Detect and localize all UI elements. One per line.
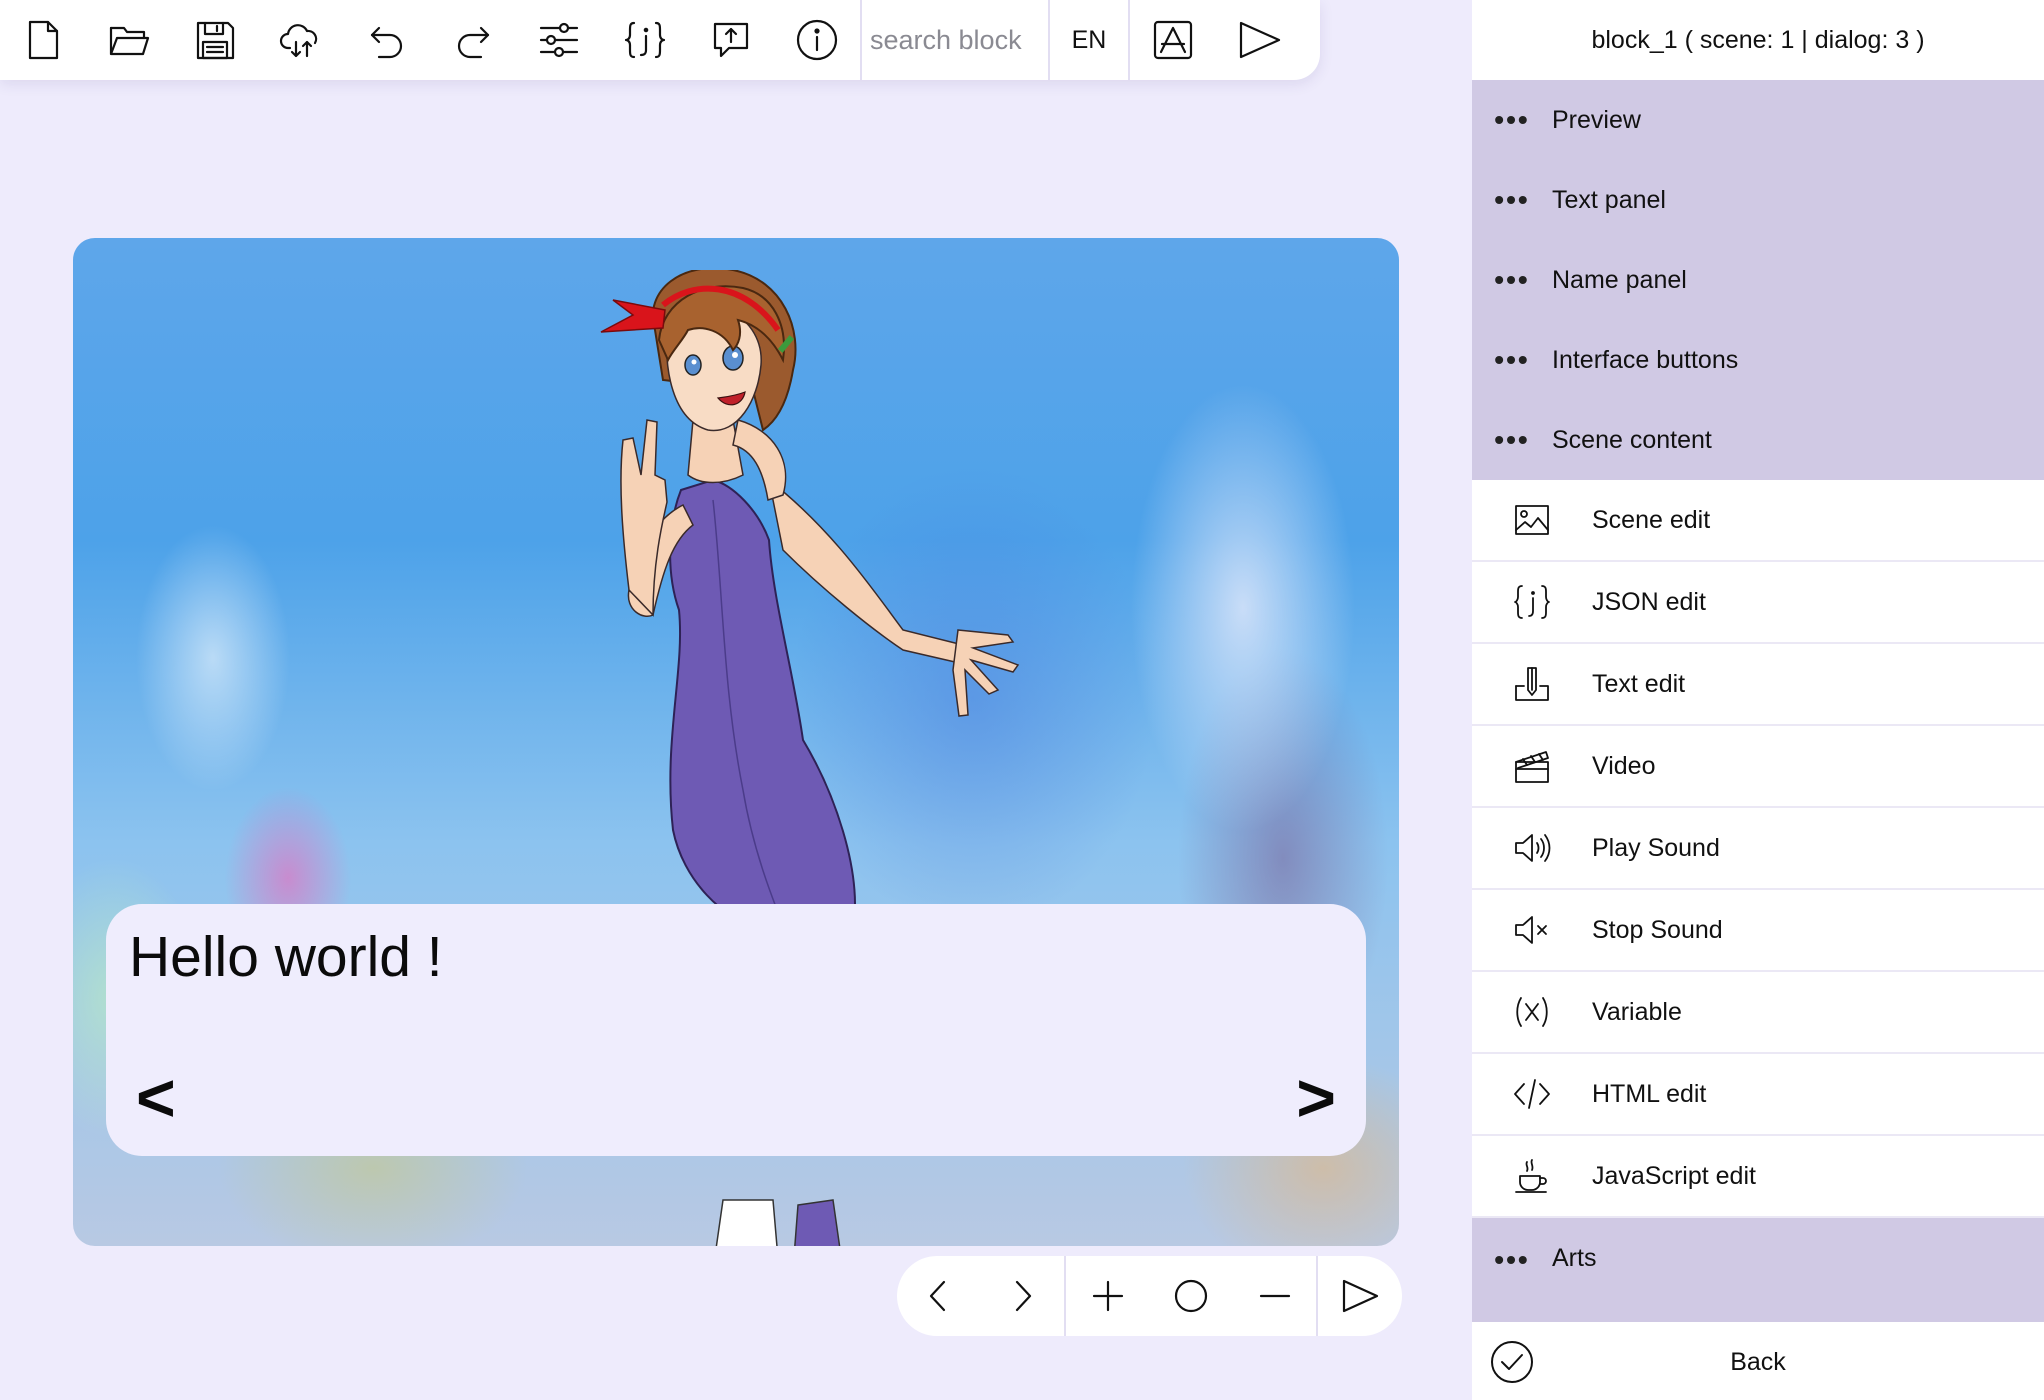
dialog-prev-button[interactable]: < — [136, 1064, 176, 1132]
group-item-scene-content[interactable]: ••• Scene content — [1472, 400, 2044, 480]
cloud-sync-icon — [279, 24, 318, 58]
chevron-left-icon — [929, 1280, 945, 1312]
json-icon — [624, 21, 666, 59]
group-item-name-panel[interactable]: ••• Name panel — [1472, 240, 2044, 320]
speaker-on-icon — [1515, 834, 1551, 862]
coffee-cup-icon — [1515, 1159, 1547, 1193]
group-item-arts[interactable]: ••• Arts — [1472, 1218, 2044, 1322]
minus-icon — [1259, 1294, 1290, 1298]
more-icon: ••• — [1494, 344, 1530, 375]
block-label: Stop Sound — [1592, 915, 1723, 944]
more-icon: ••• — [1494, 1244, 1530, 1275]
record-button[interactable] — [1149, 1256, 1233, 1336]
block-item-video[interactable]: Video — [1472, 726, 2044, 808]
speaker-mute-icon — [1515, 916, 1547, 944]
undo-icon — [370, 26, 403, 59]
group-label: Scene content — [1552, 425, 1712, 454]
block-label: Play Sound — [1592, 833, 1720, 862]
chevron-right-icon — [1016, 1280, 1032, 1312]
playback-controls — [897, 1256, 1402, 1336]
share-button[interactable] — [688, 0, 774, 80]
block-label: Scene edit — [1592, 505, 1711, 534]
code-icon — [1514, 1079, 1550, 1109]
block-item-stop-sound[interactable]: Stop Sound — [1472, 890, 2044, 972]
group-label: Name panel — [1552, 265, 1687, 294]
more-icon: ••• — [1494, 424, 1530, 455]
block-panel: block_1 ( scene: 1 | dialog: 3 ) ••• Pre… — [1472, 0, 2044, 1400]
clapperboard-icon — [1515, 751, 1549, 783]
block-item-variable[interactable]: Variable — [1472, 972, 2044, 1054]
save-icon — [196, 21, 235, 60]
block-label: JavaScript edit — [1592, 1161, 1756, 1190]
image-icon — [1515, 505, 1549, 535]
group-item-preview[interactable]: ••• Preview — [1472, 80, 2044, 160]
text-edit-icon — [1515, 667, 1549, 701]
save-button[interactable] — [172, 0, 258, 80]
new-file-icon — [28, 20, 59, 60]
group-label: Interface buttons — [1552, 345, 1739, 374]
group-item-text-panel[interactable]: ••• Text panel — [1472, 160, 2044, 240]
previous-dialog-button[interactable] — [897, 1256, 981, 1336]
main-toolbar: EN — [0, 0, 1320, 80]
block-item-javascript-edit[interactable]: JavaScript edit — [1472, 1136, 2044, 1218]
play-icon — [1343, 1279, 1379, 1313]
more-icon: ••• — [1494, 104, 1530, 135]
cloud-sync-button[interactable] — [258, 0, 344, 80]
open-folder-icon — [109, 26, 150, 56]
block-label: JSON edit — [1592, 587, 1706, 616]
block-item-json-edit[interactable]: JSON edit — [1472, 562, 2044, 644]
info-button[interactable] — [774, 0, 860, 80]
scene-preview: Hello world ! < > — [73, 238, 1399, 1246]
play-icon — [1239, 21, 1281, 59]
dialog-next-button[interactable]: > — [1296, 1064, 1336, 1132]
block-item-text-edit[interactable]: Text edit — [1472, 644, 2044, 726]
more-icon: ••• — [1494, 264, 1530, 295]
group-label: Arts — [1552, 1244, 1597, 1272]
dialog-text: Hello world ! — [129, 925, 443, 989]
plus-icon — [1092, 1280, 1123, 1312]
app-store-button[interactable] — [1130, 0, 1216, 80]
group-label: Preview — [1552, 105, 1641, 134]
undo-button[interactable] — [344, 0, 430, 80]
play-button[interactable] — [1216, 0, 1302, 80]
variable-icon — [1516, 997, 1548, 1027]
block-label: Variable — [1592, 997, 1682, 1026]
language-button[interactable]: EN — [1050, 0, 1128, 80]
block-label: Text edit — [1592, 669, 1686, 698]
redo-button[interactable] — [430, 0, 516, 80]
open-folder-button[interactable] — [86, 0, 172, 80]
block-item-play-sound[interactable]: Play Sound — [1472, 808, 2044, 890]
remove-dialog-button[interactable] — [1233, 1256, 1317, 1336]
check-circle-icon — [1491, 1341, 1533, 1383]
panel-header: block_1 ( scene: 1 | dialog: 3 ) — [1591, 25, 1925, 54]
settings-button[interactable] — [516, 0, 602, 80]
back-label: Back — [1730, 1347, 1786, 1376]
next-dialog-button[interactable] — [981, 1256, 1065, 1336]
add-dialog-button[interactable] — [1066, 1256, 1150, 1336]
back-button[interactable]: Back — [1472, 1324, 2044, 1400]
group-item-interface-buttons[interactable]: ••• Interface buttons — [1472, 320, 2044, 400]
more-icon: ••• — [1494, 184, 1530, 215]
json-button[interactable] — [602, 0, 688, 80]
info-icon — [796, 19, 838, 61]
block-item-html-edit[interactable]: HTML edit — [1472, 1054, 2044, 1136]
group-label: Text panel — [1552, 185, 1666, 214]
new-file-button[interactable] — [0, 0, 86, 80]
app-store-icon — [1153, 20, 1193, 60]
search-input[interactable] — [862, 0, 1048, 80]
dialog-box: Hello world ! < > — [106, 904, 1366, 1156]
block-label: HTML edit — [1592, 1079, 1707, 1108]
json-icon — [1514, 585, 1550, 619]
block-item-scene-edit[interactable]: Scene edit — [1472, 480, 2044, 562]
block-label: Video — [1592, 751, 1656, 780]
play-scene-button[interactable] — [1318, 1256, 1402, 1336]
settings-sliders-icon — [539, 22, 579, 58]
redo-icon — [457, 26, 490, 59]
share-upload-icon — [713, 22, 749, 58]
circle-icon — [1175, 1279, 1208, 1313]
